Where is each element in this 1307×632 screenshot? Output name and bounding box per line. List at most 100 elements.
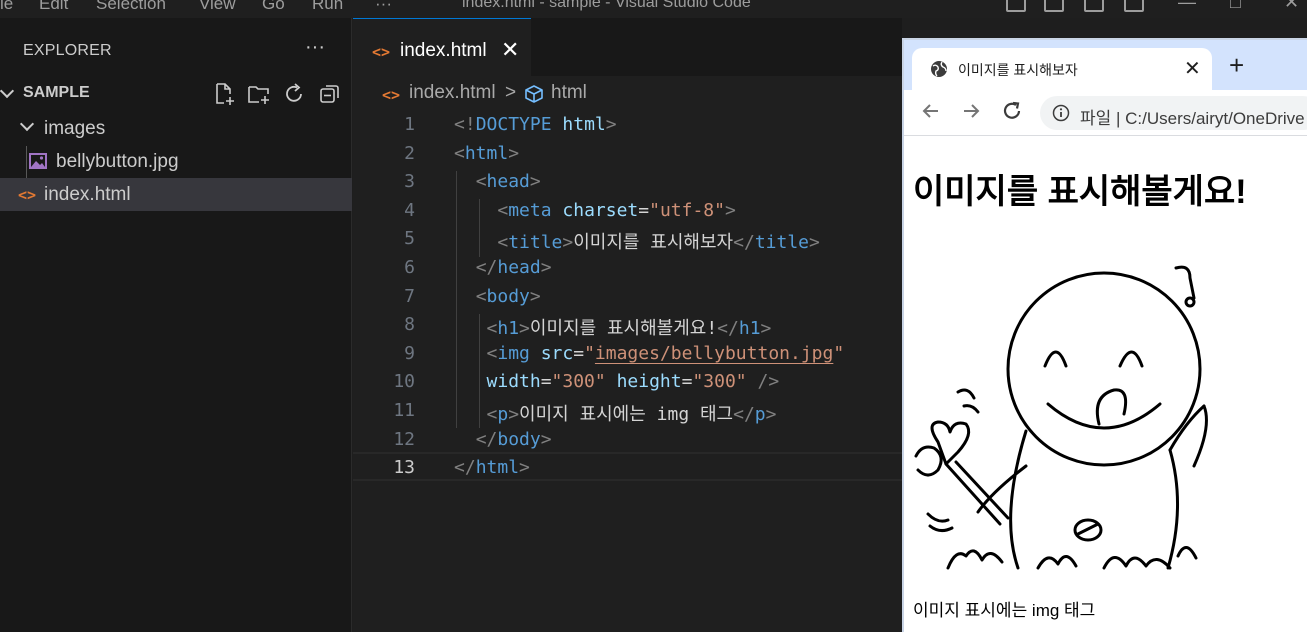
line-number: 8 [404,314,415,336]
maximize-icon[interactable]: □ [1230,0,1241,13]
editor-group: <> index.html ✕ <> index.html > html 1 <… [353,18,902,632]
code-line: 9 <img src="images/bellybutton.jpg" [353,340,902,369]
image-file-icon [29,153,47,169]
browser-tab[interactable]: 이미지를 표시해보자 ✕ [912,48,1212,90]
title-bar: le Edit Selection View Go Run ··· index.… [0,0,1307,18]
code-text: width="300" height="300" /> [486,371,780,393]
breadcrumb-symbol[interactable]: html [551,82,587,104]
menu-view[interactable]: View [199,0,236,14]
breadcrumb-separator: > [505,82,517,103]
editor-tab-bar: <> index.html ✕ [353,18,902,76]
line-number: 1 [404,114,415,135]
explorer-sidebar: EXPLORER ··· SAMPLE images bellybutton.j… [0,18,352,632]
explorer-more-icon[interactable]: ··· [305,36,325,59]
code-text: </body> [475,428,552,450]
reload-icon[interactable] [1001,100,1023,122]
address-bar[interactable]: 파일 | C:/Users/airyt/OneDrive [1040,96,1307,130]
code-line: 12 </body> [353,426,902,455]
toggle-sidebar-icon[interactable] [1006,0,1026,12]
tree-item-images-folder[interactable]: images [0,112,352,145]
workspace-folder-header[interactable]: SAMPLE [0,80,352,108]
toggle-panel-icon[interactable] [1044,0,1064,12]
collapse-all-icon[interactable] [318,82,342,106]
close-icon[interactable]: ✕ [1184,56,1201,81]
code-text: <p>이미지 표시에는 img 태그</p> [486,404,777,425]
code-line: 7 <body> [353,283,902,312]
tree-item-bellybutton-jpg[interactable]: bellybutton.jpg [0,145,352,178]
code-text: <img src="images/bellybutton.jpg" [486,342,845,364]
line-number: 9 [404,342,415,364]
explorer-title: EXPLORER [23,42,112,59]
code-text: <head> [475,171,541,193]
browser-toolbar: 파일 | C:/Users/airyt/OneDrive [904,90,1307,136]
code-line: 10 width="300" height="300" /> [353,368,902,397]
line-number: 7 [404,285,415,307]
bellybutton-drawing [914,265,1208,570]
chevron-down-icon [0,83,15,99]
line-number: 5 [404,228,415,250]
src-link[interactable]: images/bellybutton.jpg [595,343,833,364]
menu-selection[interactable]: Selection [96,0,166,14]
html-file-icon: <> [382,86,401,104]
code-text: </head> [475,257,552,278]
browser-tab-title: 이미지를 표시해보자 [958,62,1078,78]
code-text: <html> [454,142,520,164]
menu-edit[interactable]: Edit [39,0,68,14]
new-tab-icon[interactable]: + [1229,52,1244,78]
info-icon[interactable] [1052,104,1070,122]
chevron-down-icon [19,116,35,132]
tree-item-label: index.html [44,184,131,205]
new-folder-icon[interactable] [247,82,271,106]
breadcrumb-file[interactable]: index.html [409,82,496,104]
back-icon[interactable] [920,100,942,122]
line-number: 10 [393,371,415,393]
html-file-icon: <> [372,43,391,61]
code-line: 5 <title>이미지를 표시해보자</title> [353,225,902,254]
refresh-icon[interactable] [282,82,306,106]
workspace-folder-name: SAMPLE [23,84,90,101]
browser-tab-strip: 이미지를 표시해보자 ✕ + [904,40,1307,90]
breadcrumb: <> index.html > html [353,76,902,110]
browser-page: 이미지를 표시해볼게요! 이미지 표시에는 img 태그 [904,136,1307,632]
line-number: 11 [393,400,415,421]
line-number: 6 [404,257,415,278]
tree-item-index-html[interactable]: <> index.html [0,178,352,211]
menu-more[interactable]: ··· [375,0,392,14]
close-icon[interactable]: ✕ [501,37,519,63]
tab-label: index.html [400,40,487,61]
globe-icon [931,61,947,77]
customize-layout-icon[interactable] [1124,0,1144,12]
code-line-current: 13 </html> [353,452,902,481]
menu-file[interactable]: le [0,0,13,14]
window-title: index.html - sample - Visual Studio Code [462,0,751,11]
tree-item-label: images [44,118,106,139]
code-line: 11 <p>이미지 표시에는 img 태그</p> [353,397,902,426]
close-window-icon[interactable]: ✕ [1284,0,1299,13]
browser-window: 이미지를 표시해보자 ✕ + 파일 | C:/Users/airyt/OneDr… [902,38,1307,632]
html-file-icon: <> [18,186,37,204]
code-text: </html> [454,457,530,479]
tab-index-html[interactable]: <> index.html ✕ [353,18,531,76]
code-text: <title>이미지를 표시해보자</title> [497,232,820,254]
forward-icon[interactable] [960,100,982,122]
code-text: <h1>이미지를 표시해볼게요!</h1> [486,318,772,340]
code-line: 6 </head> [353,254,902,283]
code-line: 4 <meta charset="utf-8"> [353,197,902,226]
code-text: <!DOCTYPE html> [454,114,617,135]
code-text: <meta charset="utf-8"> [497,199,736,221]
menu-go[interactable]: Go [262,0,285,14]
code-line: 3 <head> [353,168,902,197]
address-text: 파일 | C:/Users/airyt/OneDrive [1080,109,1305,128]
toggle-secondary-sidebar-icon[interactable] [1084,0,1104,12]
menu-run[interactable]: Run [312,0,343,14]
code-editor[interactable]: 1 <!DOCTYPE html> 2 <html> 3 <head> 4 <m… [353,111,902,632]
line-number: 3 [404,171,415,193]
page-heading: 이미지를 표시해볼게요! [913,173,1247,211]
line-number: 12 [393,428,415,450]
new-file-icon[interactable] [212,82,236,106]
code-text: <body> [475,285,541,307]
minimize-icon[interactable]: — [1178,0,1196,13]
page-paragraph: 이미지 표시에는 img 태그 [913,601,1096,620]
line-number: 4 [404,199,415,221]
line-number: 2 [404,142,415,164]
